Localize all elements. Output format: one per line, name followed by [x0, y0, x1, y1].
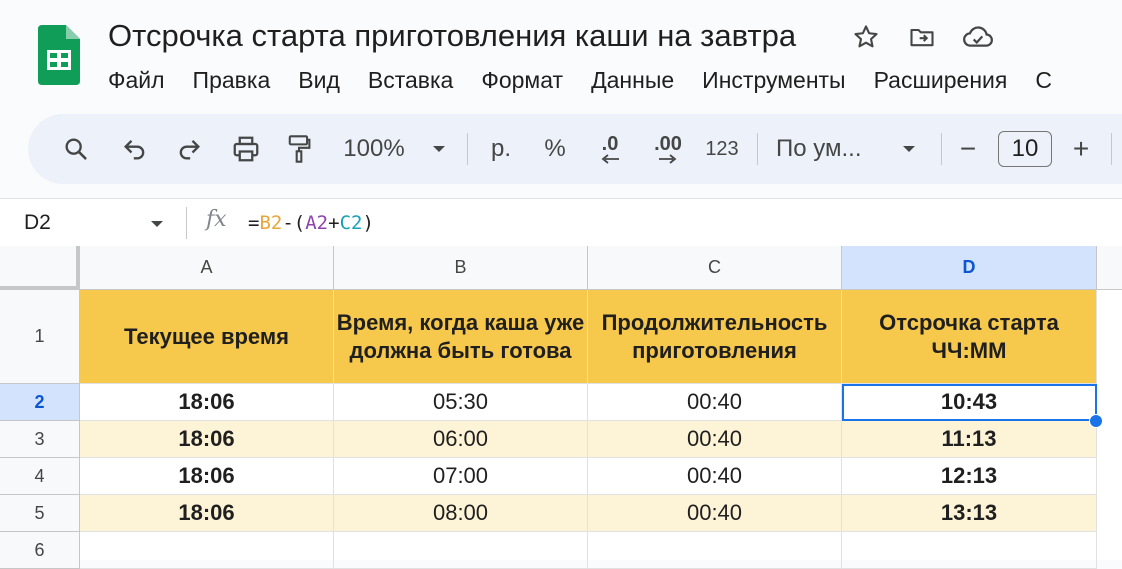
cell-a3[interactable]: 18:06: [80, 421, 334, 458]
cell-c3[interactable]: 00:40: [588, 421, 842, 458]
star-icon[interactable]: [848, 19, 884, 55]
cell-b6[interactable]: [334, 532, 588, 569]
toolbar-divider: [941, 133, 942, 165]
cell-c4[interactable]: 00:40: [588, 458, 842, 495]
formula-token: =: [248, 212, 260, 234]
row-header-1[interactable]: 1: [0, 290, 80, 384]
cell-d3[interactable]: 11:13: [842, 421, 1097, 458]
name-box-dropdown-icon[interactable]: [150, 219, 164, 229]
row-header-3[interactable]: 3: [0, 421, 80, 458]
menu-view[interactable]: Вид: [290, 62, 348, 98]
cell-b2[interactable]: 05:30: [334, 384, 588, 421]
title-actions: [848, 19, 996, 55]
column-header-d[interactable]: D: [842, 246, 1097, 290]
column-header-c[interactable]: C: [588, 246, 842, 290]
zoom-dropdown-icon[interactable]: [424, 114, 454, 184]
select-all-corner[interactable]: [0, 246, 80, 290]
cell-b3[interactable]: 06:00: [334, 421, 588, 458]
cell-a5[interactable]: 18:06: [80, 495, 334, 532]
cell-c1[interactable]: Продолжительность приготовления: [588, 290, 842, 384]
menu-tools[interactable]: Инструменты: [694, 62, 853, 98]
formula-token: ): [362, 212, 374, 234]
cell-c6[interactable]: [588, 532, 842, 569]
font-dropdown-icon[interactable]: [894, 114, 924, 184]
formula-input[interactable]: =B2-(A2+C2): [248, 210, 374, 236]
column-header-e[interactable]: [1097, 246, 1122, 290]
cell-c2[interactable]: 00:40: [588, 384, 842, 421]
row-header-5[interactable]: 5: [0, 495, 80, 532]
column-header-a[interactable]: A: [80, 246, 334, 290]
menu-file[interactable]: Файл: [100, 62, 173, 98]
formula-ref-b2: B2: [259, 212, 283, 234]
toolbar-divider: [1111, 133, 1112, 165]
formula-ref-a2: A2: [305, 212, 329, 234]
formula-bar: D2 fx =B2-(A2+C2): [0, 198, 1122, 247]
redo-icon[interactable]: [170, 114, 208, 184]
cell-d2[interactable]: 10:43: [842, 384, 1097, 421]
toolbar-divider: [467, 133, 468, 165]
font-family-select[interactable]: По ум...: [776, 114, 880, 184]
formula-token: -(: [282, 212, 306, 234]
decrease-decimal-label: .0: [601, 133, 619, 155]
cell-a1[interactable]: Текущее время: [80, 290, 334, 384]
cell-b5[interactable]: 08:00: [334, 495, 588, 532]
decrease-decimal-button[interactable]: .0: [590, 114, 630, 184]
zoom-value[interactable]: 100%: [334, 114, 414, 184]
font-size-input[interactable]: 10: [998, 131, 1052, 167]
cell-d6[interactable]: [842, 532, 1097, 569]
print-icon[interactable]: [226, 114, 266, 184]
fx-icon: fx: [206, 207, 227, 232]
toolbar-divider: [757, 133, 758, 165]
name-box[interactable]: D2: [24, 209, 51, 237]
formula-bar-divider: [186, 207, 187, 239]
cell-b4[interactable]: 07:00: [334, 458, 588, 495]
cell-c5[interactable]: 00:40: [588, 495, 842, 532]
formula-token: +: [328, 212, 340, 234]
menu-edit[interactable]: Правка: [185, 62, 279, 98]
spreadsheet-grid: A B C D 1 Текущее время Время, когда каш…: [0, 246, 1122, 569]
cloud-saved-icon[interactable]: [960, 19, 996, 55]
row-header-2[interactable]: 2: [0, 384, 80, 421]
cell-a6[interactable]: [80, 532, 334, 569]
increase-decimal-label: .00: [654, 133, 682, 155]
document-title[interactable]: Отсрочка старта приготовления каши на за…: [108, 16, 796, 56]
formula-ref-c2: C2: [339, 212, 363, 234]
cell-b1[interactable]: Время, когда каша уже должна быть готова: [334, 290, 588, 384]
menu-data[interactable]: Данные: [583, 62, 682, 98]
column-header-b[interactable]: B: [334, 246, 588, 290]
search-icon[interactable]: [56, 114, 96, 184]
move-to-folder-icon[interactable]: [904, 19, 940, 55]
currency-format-button[interactable]: р.: [482, 114, 520, 184]
percent-format-button[interactable]: %: [536, 114, 574, 184]
menu-extensions[interactable]: Расширения: [866, 62, 1016, 98]
increase-font-size-button[interactable]: +: [1066, 114, 1096, 184]
cell-d1[interactable]: Отсрочка старта ЧЧ:ММ: [842, 290, 1097, 384]
row-header-4[interactable]: 4: [0, 458, 80, 495]
cell-a4[interactable]: 18:06: [80, 458, 334, 495]
arrow-left-icon: [601, 154, 619, 164]
menu-format[interactable]: Формат: [473, 62, 571, 98]
sheets-logo-icon[interactable]: [38, 25, 80, 85]
decrease-font-size-button[interactable]: −: [952, 114, 984, 184]
menu-help-truncated[interactable]: С: [1027, 62, 1060, 98]
cell-a2[interactable]: 18:06: [80, 384, 334, 421]
menu-insert[interactable]: Вставка: [360, 62, 462, 98]
paint-format-icon[interactable]: [280, 114, 318, 184]
cell-d4[interactable]: 12:13: [842, 458, 1097, 495]
toolbar: 100% р. % .0 .00 123 По ум... − 10 +: [28, 114, 1122, 184]
more-formats-button[interactable]: 123: [700, 114, 744, 184]
fill-handle[interactable]: [1089, 414, 1103, 428]
cell-d5[interactable]: 13:13: [842, 495, 1097, 532]
arrow-right-icon: [659, 154, 677, 164]
menu-bar: Файл Правка Вид Вставка Формат Данные Ин…: [100, 62, 1072, 98]
row-header-6[interactable]: 6: [0, 532, 80, 569]
undo-icon[interactable]: [116, 114, 154, 184]
increase-decimal-button[interactable]: .00: [646, 114, 690, 184]
